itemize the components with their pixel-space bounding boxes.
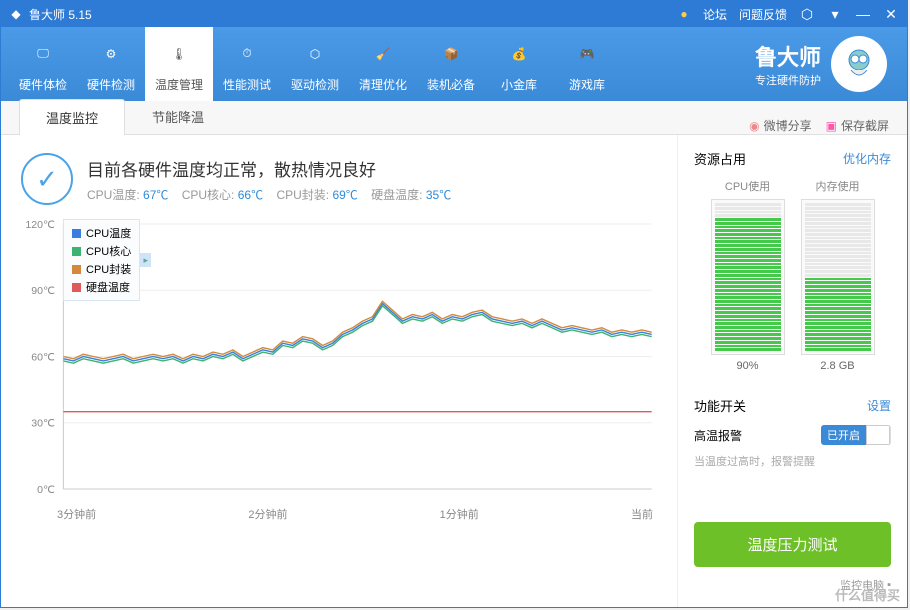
brand: 鲁大师专注硬件防护 — [755, 36, 899, 92]
settings-link[interactable]: 设置 — [867, 397, 891, 414]
footer-status: 监控电脑▪ — [694, 577, 891, 593]
svg-text:90℃: 90℃ — [31, 286, 55, 297]
optimize-memory-link[interactable]: 优化内存 — [843, 150, 891, 167]
main-toolbar: 🖵硬件体检⚙硬件检测🌡温度管理⏱性能测试⬡驱动检测🧹清理优化📦装机必备💰小金库🎮… — [1, 27, 907, 101]
status-headline: 目前各硬件温度均正常，散热情况良好 — [87, 156, 461, 181]
legend-swatch — [72, 265, 81, 274]
svg-text:30℃: 30℃ — [31, 419, 55, 430]
cpu-gauge-value: 90% — [711, 360, 785, 372]
toolbar-hw-detect[interactable]: ⚙硬件检测 — [77, 27, 145, 101]
mascot-icon — [831, 36, 887, 92]
app-title: 鲁大师 5.15 — [29, 6, 92, 23]
resource-title: 资源占用 — [694, 149, 746, 168]
legend-swatch — [72, 229, 81, 238]
svg-text:0℃: 0℃ — [37, 485, 55, 496]
cpu-gauge-label: CPU使用 — [711, 178, 785, 194]
svg-text:120℃: 120℃ — [25, 220, 55, 231]
camera-icon: ▣ — [826, 119, 837, 133]
toolbar-cleanup[interactable]: 🧹清理优化 — [349, 27, 417, 101]
chart-x-axis: 3分钟前2分钟前1分钟前当前 — [21, 504, 657, 522]
alarm-hint: 当温度过高时，报警提醒 — [694, 453, 891, 469]
legend-collapse-icon[interactable]: ▸ — [140, 253, 151, 267]
mem-gauge-label: 内存使用 — [801, 178, 875, 194]
legend-item: CPU温度 — [72, 224, 131, 242]
legend-swatch — [72, 283, 81, 292]
titlebar: ◆ 鲁大师 5.15 ● 论坛 问题反馈 ⬡ ▾ — ✕ — [1, 1, 907, 27]
tab-monitor[interactable]: 温度监控 — [19, 99, 125, 135]
toolbar-gamelib[interactable]: 🎮游戏库 — [553, 27, 621, 101]
medal-icon: ● — [677, 7, 691, 21]
weibo-icon: ◉ — [749, 119, 759, 133]
save-screenshot[interactable]: ▣保存截屏 — [826, 117, 889, 134]
status-ok-icon: ✓ — [21, 153, 73, 205]
app-icon: ◆ — [9, 7, 23, 21]
mem-gauge-value: 2.8 GB — [801, 360, 875, 372]
legend-swatch — [72, 247, 81, 256]
cleanup-icon: 🧹 — [365, 36, 401, 72]
forum-link[interactable]: 论坛 — [703, 6, 727, 23]
perf-test-icon: ⏱ — [229, 36, 265, 72]
weibo-share[interactable]: ◉微博分享 — [749, 117, 812, 134]
hw-detect-icon: ⚙ — [93, 36, 129, 72]
cpu-gauge — [711, 199, 785, 355]
switches-title: 功能开关 — [694, 396, 746, 415]
temp-mgmt-icon: 🌡 — [161, 36, 197, 72]
svg-text:60℃: 60℃ — [31, 353, 55, 364]
chart-legend: ▸ CPU温度CPU核心CPU封装硬盘温度 — [63, 219, 140, 301]
temp-summary: CPU温度: 67℃ CPU核心: 66℃ CPU封装: 69℃ 硬盘温度: 3… — [87, 186, 461, 203]
skin-icon[interactable]: ⬡ — [799, 6, 815, 22]
minimize-button[interactable]: — — [855, 6, 871, 22]
vault-icon: 💰 — [501, 36, 537, 72]
toolbar-perf-test[interactable]: ⏱性能测试 — [213, 27, 281, 101]
essentials-icon: 📦 — [433, 36, 469, 72]
toolbar-essentials[interactable]: 📦装机必备 — [417, 27, 485, 101]
alarm-toggle[interactable]: 已开启 — [821, 425, 891, 445]
brand-title: 鲁大师 — [755, 40, 821, 72]
hw-check-icon: 🖵 — [25, 36, 61, 72]
feedback-link[interactable]: 问题反馈 — [739, 6, 787, 23]
legend-item: CPU封装 — [72, 260, 131, 278]
legend-item: 硬盘温度 — [72, 278, 131, 296]
legend-item: CPU核心 — [72, 242, 131, 260]
mem-gauge — [801, 199, 875, 355]
toolbar-temp-mgmt[interactable]: 🌡温度管理 — [145, 27, 213, 101]
brand-subtitle: 专注硬件防护 — [755, 72, 821, 88]
monitor-icon: ▪ — [887, 579, 891, 591]
close-button[interactable]: ✕ — [883, 6, 899, 22]
toolbar-drv-detect[interactable]: ⬡驱动检测 — [281, 27, 349, 101]
menu-icon[interactable]: ▾ — [827, 6, 843, 22]
toolbar-hw-check[interactable]: 🖵硬件体检 — [9, 27, 77, 101]
temperature-chart: ▸ CPU温度CPU核心CPU封装硬盘温度 0℃ 30℃ 60℃ 90℃ 120℃ 3分… — [21, 219, 657, 527]
stress-test-button[interactable]: 温度压力测试 — [694, 522, 891, 567]
tab-cooling[interactable]: 节能降温 — [125, 98, 231, 134]
drv-detect-icon: ⬡ — [297, 36, 333, 72]
toolbar-vault[interactable]: 💰小金库 — [485, 27, 553, 101]
tabbar: 温度监控节能降温 ◉微博分享 ▣保存截屏 — [1, 101, 907, 135]
gamelib-icon: 🎮 — [569, 36, 605, 72]
alarm-label: 高温报警 — [694, 427, 742, 444]
